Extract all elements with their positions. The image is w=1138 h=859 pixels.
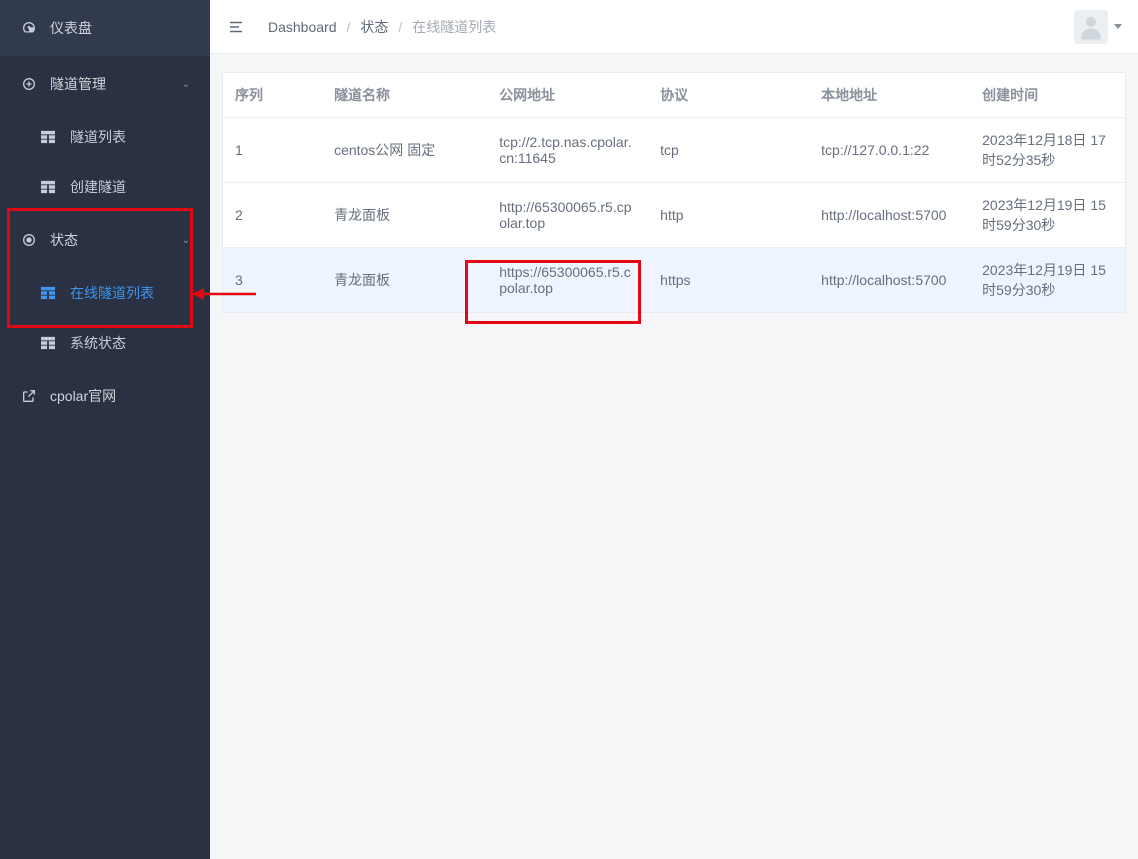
content: 序列 隧道名称 公网地址 协议 本地地址 创建时间 1 centos公网 固定 … [210,54,1138,331]
sidebar-item-label: cpolar官网 [50,386,116,406]
avatar [1074,10,1108,44]
breadcrumb-status[interactable]: 状态 [360,17,388,37]
chevron-down-icon: ⌄ [182,235,190,246]
sidebar-subitem-label: 隧道列表 [70,127,126,147]
sidebar-item-status[interactable]: 状态 ⌄ [0,212,210,268]
table-icon [40,335,56,351]
cell-name: 青龙面板 [322,183,487,248]
th-url: 公网地址 [487,73,648,118]
sidebar-subitem-label: 创建隧道 [70,177,126,197]
breadcrumb-separator: / [398,19,402,35]
sidebar-subitem-online-tunnels[interactable]: 在线隧道列表 [0,268,210,318]
sidebar-item-label: 仪表盘 [50,18,92,38]
table-icon [40,129,56,145]
cell-seq: 2 [223,183,322,248]
cell-local: tcp://127.0.0.1:22 [809,118,970,183]
th-time: 创建时间 [970,73,1125,118]
main: Dashboard / 状态 / 在线隧道列表 序列 隧道名称 公网地址 协议 … [210,0,1138,859]
sidebar-subitem-system-status[interactable]: 系统状态 [0,318,210,368]
table-header-row: 序列 隧道名称 公网地址 协议 本地地址 创建时间 [223,73,1125,118]
table-icon [40,285,56,301]
caret-down-icon [1114,24,1122,29]
table-row[interactable]: 1 centos公网 固定 tcp://2.tcp.nas.cpolar.cn:… [223,118,1125,183]
sidebar-subitem-tunnel-list[interactable]: 隧道列表 [0,112,210,162]
sidebar-subitem-label: 系统状态 [70,333,126,353]
table-row[interactable]: 2 青龙面板 http://65300065.r5.cpolar.top htt… [223,183,1125,248]
th-proto: 协议 [648,73,809,118]
cell-proto: tcp [648,118,809,183]
circle-plus-icon [20,75,38,93]
cell-seq: 1 [223,118,322,183]
breadcrumb: Dashboard / 状态 / 在线隧道列表 [268,17,496,37]
chevron-down-icon: ⌄ [182,79,190,90]
th-local: 本地地址 [809,73,970,118]
table-row[interactable]: 3 青龙面板 https://65300065.r5.cpolar.top ht… [223,248,1125,312]
cell-proto: http [648,183,809,248]
breadcrumb-dashboard[interactable]: Dashboard [268,19,337,35]
cell-time: 2023年12月19日 15时59分30秒 [970,183,1125,248]
sidebar-toggle-button[interactable] [226,17,246,37]
cell-time: 2023年12月19日 15时59分30秒 [970,248,1125,312]
th-name: 隧道名称 [322,73,487,118]
breadcrumb-separator: / [347,19,351,35]
sidebar: 仪表盘 隧道管理 ⌄ 隧道列表 创建隧道 状态 ⌄ 在线隧道列表 [0,0,210,859]
sidebar-item-label: 状态 [50,230,78,250]
sidebar-item-cpolar-site[interactable]: cpolar官网 [0,368,210,424]
cell-local: http://localhost:5700 [809,248,970,312]
cell-local: http://localhost:5700 [809,183,970,248]
cell-time: 2023年12月18日 17时52分35秒 [970,118,1125,183]
cell-proto: https [648,248,809,312]
topbar: Dashboard / 状态 / 在线隧道列表 [210,0,1138,54]
cell-name: 青龙面板 [322,248,487,312]
sidebar-item-label: 隧道管理 [50,74,106,94]
sidebar-subitem-label: 在线隧道列表 [70,283,154,303]
th-seq: 序列 [223,73,322,118]
table-icon [40,179,56,195]
external-link-icon [20,387,38,405]
sidebar-item-tunnel-mgmt[interactable]: 隧道管理 ⌄ [0,56,210,112]
target-icon [20,231,38,249]
cell-url: https://65300065.r5.cpolar.top [487,248,648,312]
user-menu[interactable] [1074,10,1122,44]
sidebar-item-dashboard[interactable]: 仪表盘 [0,0,210,56]
tunnel-table: 序列 隧道名称 公网地址 协议 本地地址 创建时间 1 centos公网 固定 … [222,72,1126,313]
cell-name: centos公网 固定 [322,118,487,183]
cell-url: http://65300065.r5.cpolar.top [487,183,648,248]
cell-url: tcp://2.tcp.nas.cpolar.cn:11645 [487,118,648,183]
sidebar-subitem-create-tunnel[interactable]: 创建隧道 [0,162,210,212]
breadcrumb-current: 在线隧道列表 [412,17,496,37]
gauge-icon [20,19,38,37]
cell-seq: 3 [223,248,322,312]
